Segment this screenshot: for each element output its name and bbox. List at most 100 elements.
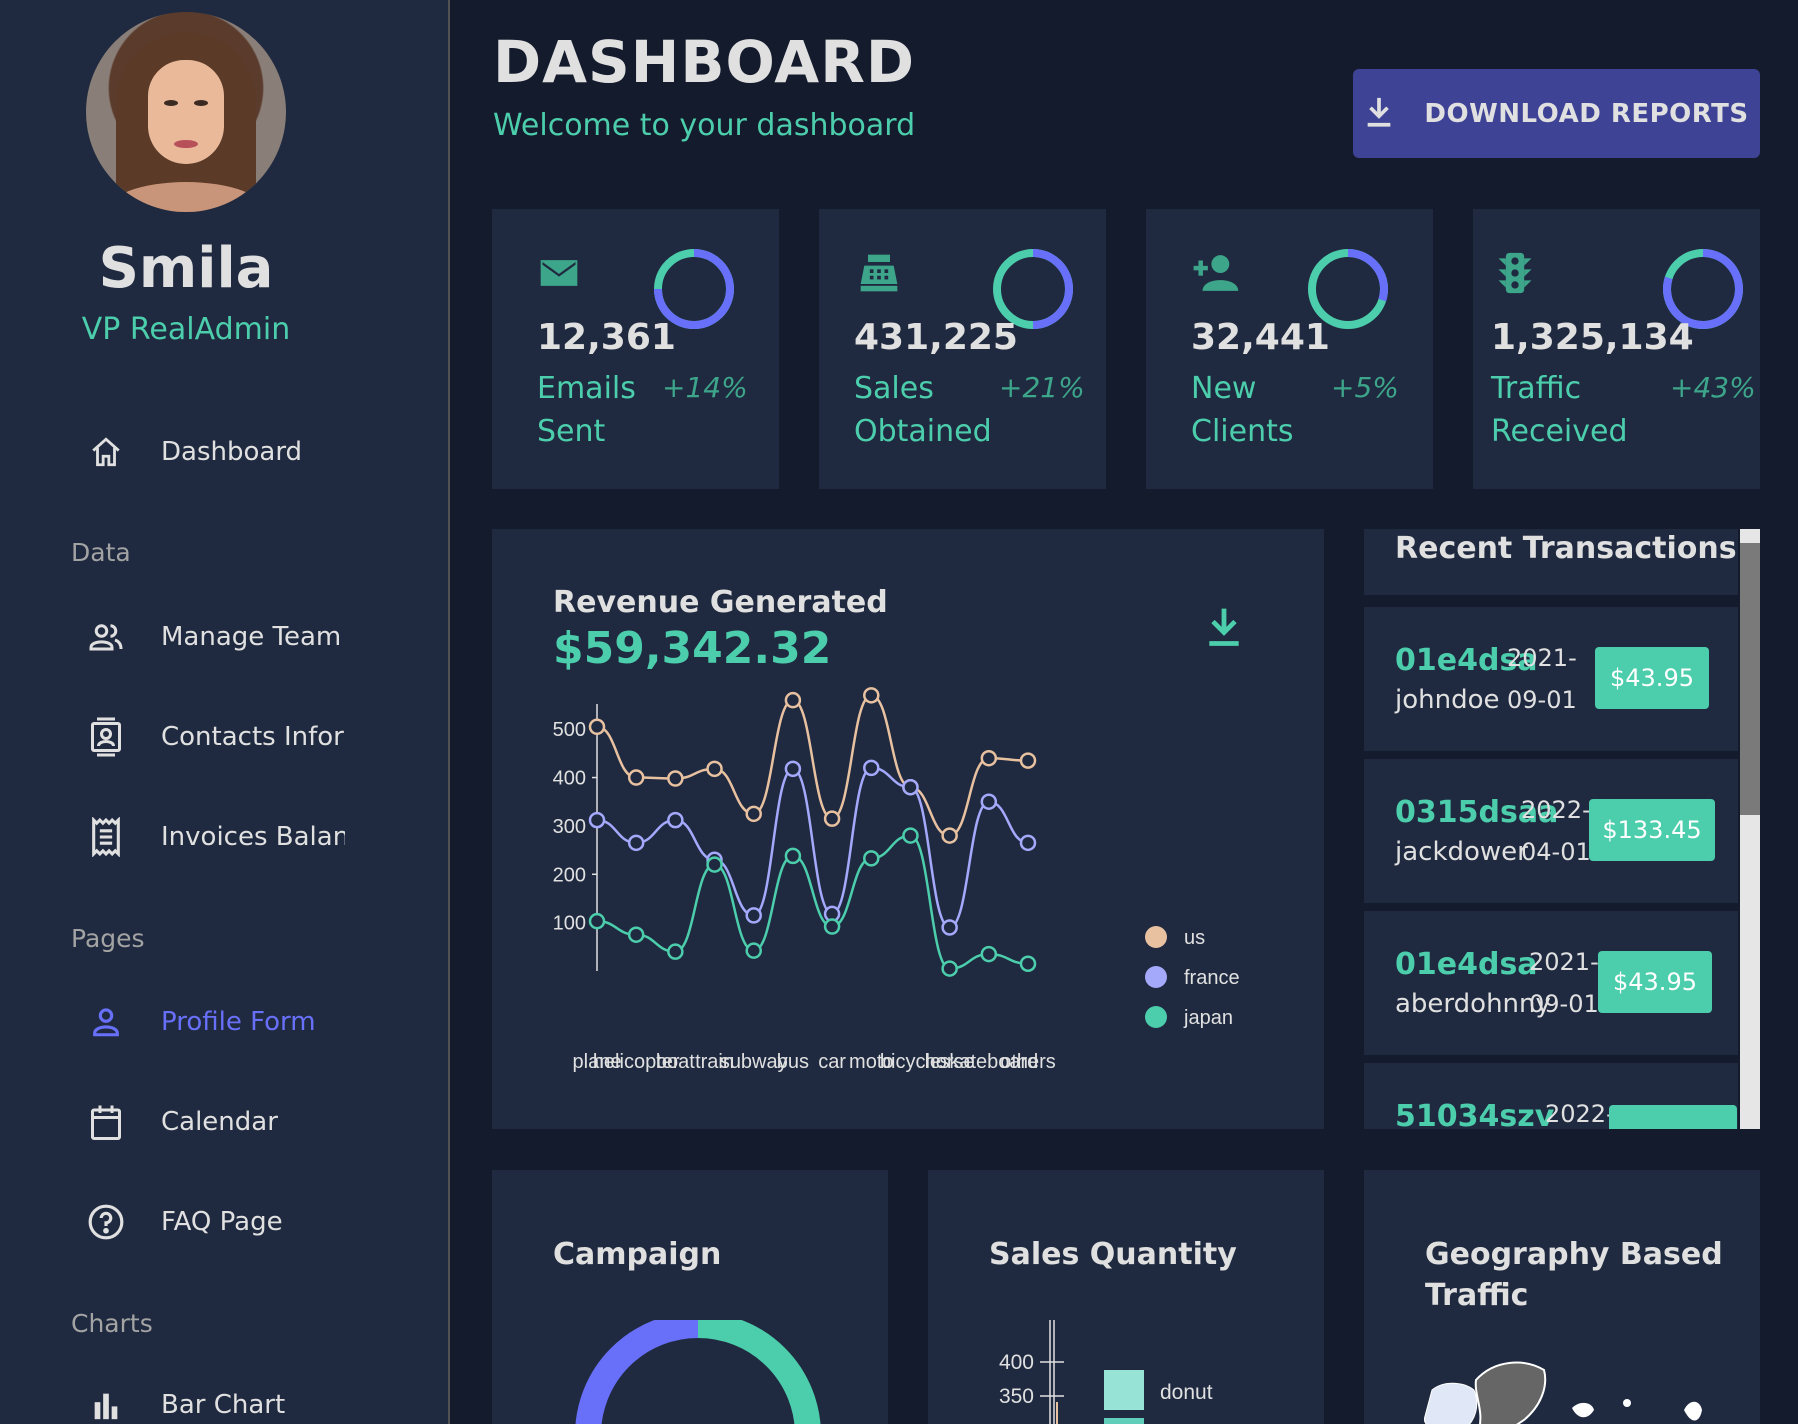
y-tick-label: 350 [999,1385,1034,1408]
data-point [1019,955,1037,972]
transaction-date: 2022- [1545,1100,1615,1128]
x-tick-label: car [818,1051,846,1073]
data-point [784,847,802,865]
email-icon [537,251,581,295]
page-title: DASHBOARD [493,28,915,96]
y-tick-label: 200 [553,864,586,886]
stat-increase: +21% [999,371,1085,404]
y-tick-label: 400 [553,768,586,790]
sidebar-item-invoices[interactable]: Invoices Balances [86,812,386,862]
legend-swatch [1145,926,1167,948]
geography-map [1424,1361,1702,1424]
legend-label: us [1184,927,1205,949]
data-point [588,912,606,930]
campaign-progress-circle [575,1320,821,1424]
y-tick-label: 400 [999,1351,1034,1374]
transaction-cost [1609,1105,1737,1129]
sales-quantity-title: Sales Quantity [989,1237,1237,1272]
transaction-id: 01e4dsa [1395,947,1538,982]
person-icon [86,1002,126,1042]
sidebar-item-label: Profile Form [161,1007,316,1037]
revenue-amount: $59,342.32 [553,623,832,674]
sidebar-item-faq[interactable]: FAQ Page [86,1197,386,1247]
home-icon [86,432,126,472]
data-point [706,856,723,873]
data-point [980,749,998,767]
recent-transactions[interactable]: Recent Transactions 01e4dsa johndoe 2021… [1364,529,1760,1129]
x-tick-label: bus [777,1051,809,1073]
download-icon [1364,95,1394,133]
stat-value: 32,441 [1191,317,1330,358]
transaction-id: 51034szv [1395,1099,1555,1129]
progress-ring-fill [1347,249,1388,302]
transaction-cost: $43.95 [1598,951,1712,1013]
user-name: Smila [98,236,274,301]
transaction-cost: $43.95 [1595,647,1709,709]
sidebar-item-label: Dashboard [161,437,303,467]
stat-label: Sales Obtained [854,371,992,449]
sales-quantity-panel: Sales Quantity 400 350 donut [928,1170,1324,1424]
people-icon [86,617,126,657]
transaction-row[interactable]: 01e4dsa johndoe 2021-09-01 $43.95 [1364,607,1738,751]
sidebar-item-calendar[interactable]: Calendar [86,1097,386,1147]
data-point [902,827,919,844]
data-point [863,687,880,704]
contacts-icon [86,717,126,757]
transaction-user: johndoe [1395,685,1500,715]
data-point [980,793,998,810]
point-of-sale-icon [856,251,900,295]
avatar[interactable] [86,12,286,212]
transaction-cost: $133.45 [1589,799,1715,861]
data-point [588,718,606,736]
person-add-icon [1190,251,1239,295]
data-point [823,810,841,827]
data-point [706,760,723,778]
transaction-row[interactable]: 01e4dsa aberdohnny 2021-09-01 $43.95 [1364,911,1738,1055]
stat-increase: +5% [1331,371,1399,404]
progress-ring-fill [1032,249,1073,329]
sidebar-item-contacts[interactable]: Contacts Information [86,712,386,762]
legend-label: donut [1160,1381,1213,1404]
stat-value: 431,225 [854,317,1018,358]
y-tick-label: 100 [553,913,586,935]
transaction-row[interactable]: 0315dsaa jackdower 2022-04-01 $133.45 [1364,759,1738,903]
download-reports-button[interactable]: DOWNLOAD REPORTS [1353,69,1760,158]
section-data: Data [71,538,131,567]
data-point [823,918,841,935]
download-icon[interactable] [1204,605,1248,649]
data-point [745,805,762,823]
series-line-us [596,694,1029,837]
campaign-title: Campaign [553,1237,722,1272]
sidebar-item-label: FAQ Page [161,1207,283,1237]
download-reports-label: DOWNLOAD REPORTS [1424,98,1749,129]
scrollbar-thumb[interactable] [1740,543,1760,815]
sidebar-item-profile-form[interactable]: Profile Form [86,997,386,1047]
sidebar-item-manage-team[interactable]: Manage Team [86,612,386,662]
stat-card-traffic: 1,325,134 Traffic Received +43% [1473,209,1760,489]
data-point [627,926,645,943]
sales-quantity-chart: 400 350 donut [999,1320,1213,1424]
help-icon [86,1202,126,1242]
data-point [941,827,958,844]
transaction-date: 2021-09-01 [1529,948,1599,1018]
x-tick-label: boat [656,1051,695,1073]
transaction-row[interactable]: 51034szv 2022- [1364,1063,1738,1129]
data-point [863,850,880,867]
stat-increase: +43% [1670,371,1756,404]
data-point [667,770,684,787]
revenue-title: Revenue Generated [553,585,888,620]
data-point [980,945,998,963]
sidebar-item-bar-chart[interactable]: Bar Chart [86,1380,386,1424]
data-point [667,811,684,829]
geography-panel: Geography Based Traffic [1364,1170,1760,1424]
transactions-header: Recent Transactions [1364,529,1738,599]
stat-label: New Clients [1191,371,1294,449]
sidebar-item-label: Invoices Balances [161,822,345,852]
transaction-date: 2022-04-01 [1521,796,1591,866]
sidebar-item-dashboard[interactable]: Dashboard [86,427,386,477]
stat-increase: +14% [662,371,748,404]
data-point [745,907,762,924]
x-tick-label: others [1000,1051,1056,1073]
legend-label: japan [1183,1007,1233,1029]
y-tick-label: 300 [553,816,586,838]
